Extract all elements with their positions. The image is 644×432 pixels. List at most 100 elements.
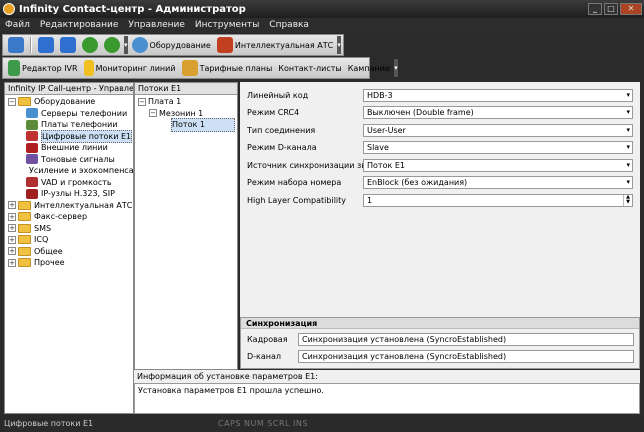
settings-row: High Layer Compatibility 1 ▲ ▼ [240, 193, 640, 207]
management-tree: − Оборудование Серверы телефонии Платы теле… [5, 95, 149, 269]
minimize-button[interactable]: _ [588, 3, 602, 15]
expand-icon[interactable]: + [8, 258, 16, 267]
close-button[interactable]: ✕ [620, 3, 642, 15]
fxo-icon [26, 142, 38, 153]
ivr-editor-button[interactable]: Редактор IVR [6, 59, 80, 77]
expand-icon[interactable]: + [8, 212, 16, 221]
chevron-down-icon[interactable]: ▾ [626, 142, 630, 153]
tree-item[interactable]: + ICQ [5, 234, 133, 246]
e1-icon [26, 131, 38, 142]
menu-file[interactable]: Файл [0, 20, 35, 30]
tree-item[interactable]: Усиление и эхокомпенсация [5, 165, 149, 177]
e1-streams-tree: − Плата 1− Мезонин 1 Поток 1 [135, 95, 237, 132]
toolbar1-overflow-button[interactable]: ▾ [337, 36, 341, 54]
chevron-down-icon[interactable]: ▾ [626, 125, 630, 136]
redo-button[interactable] [102, 36, 122, 54]
tree-item[interactable]: + Факс-сервер [5, 211, 133, 223]
save-all-button[interactable] [58, 36, 78, 54]
dchannel-sync-field[interactable]: Синхронизация установлена (SyncroEstabli… [298, 350, 634, 363]
chevron-down-icon[interactable]: ▾ [626, 90, 630, 101]
chevron-down-icon[interactable]: ▾ [626, 177, 630, 188]
ipbx-button[interactable]: Интеллектуальная АТС [215, 36, 335, 54]
selected-value: Поток E1 [367, 160, 405, 170]
tariff-plans-button[interactable]: Тарифные планы [180, 59, 275, 77]
gear-icon [26, 108, 38, 119]
tree-item[interactable]: + Прочее [5, 257, 133, 269]
dropdown-select[interactable]: Выключен (Double frame) ▾ [363, 106, 633, 119]
collapse-icon[interactable]: − [138, 97, 146, 106]
spinner-arrows-icon[interactable]: ▲ ▼ [623, 194, 632, 206]
folder-icon [18, 223, 31, 233]
tree-item-label: Оборудование [34, 97, 96, 106]
dropdown-select[interactable]: Поток E1 ▾ [363, 158, 633, 172]
toolbar-overflow-button[interactable]: ▾ [124, 36, 128, 54]
sync-panel: Синхронизация Кадровая Синхронизация уст… [240, 317, 640, 369]
save-button[interactable] [36, 36, 56, 54]
undo-button[interactable] [80, 36, 100, 54]
selected-value: 1 [367, 195, 373, 205]
menu-help[interactable]: Справка [264, 20, 314, 30]
undo-icon [82, 37, 98, 53]
number-spinner[interactable]: 1 ▲ ▼ [363, 193, 633, 207]
card-icon [26, 119, 38, 130]
maximize-button[interactable]: □ [604, 3, 618, 15]
toolbar-separator [30, 37, 32, 53]
contacts-label: Контакт-листы [278, 63, 342, 73]
settings-row: Режим набора номера EnBlock (без ожидания… [240, 176, 640, 190]
tariff-label: Тарифные планы [199, 63, 273, 73]
tree-item-label: IP-узлы H.323, SIP [41, 189, 115, 198]
expand-icon[interactable]: + [8, 235, 16, 244]
main-toolbar: ▾ Оборудование Интеллектуальная АТС ▾ [2, 34, 344, 56]
line-monitor-button[interactable]: Мониторинг линий [82, 59, 178, 77]
collapse-icon[interactable]: − [149, 109, 157, 118]
tree-item[interactable]: VAD и громкость [5, 177, 133, 189]
dchannel-sync-label: D-канал [247, 352, 282, 361]
refresh-button[interactable] [6, 36, 26, 54]
frame-sync-field[interactable]: Синхронизация установлена (SyncroEstabli… [298, 333, 634, 346]
tree-item-label: VAD и громкость [41, 177, 112, 187]
tree-item[interactable]: Серверы телефонии [5, 108, 133, 120]
dropdown-select[interactable]: HDB-3 ▾ [363, 88, 633, 102]
settings-label: Источник синхронизации звука [247, 160, 381, 170]
hardware-button[interactable]: Оборудование [130, 36, 213, 54]
expand-icon[interactable]: + [8, 201, 16, 210]
menu-edit[interactable]: Редактирование [35, 20, 124, 30]
info-text-box[interactable]: Установка параметров E1 прошла успешно. [134, 383, 640, 414]
secondary-toolbar: Редактор IVR Мониторинг линий Тарифные п… [2, 57, 398, 79]
save-icon [38, 37, 54, 53]
tree-item[interactable]: IP-узлы H.323, SIP [5, 188, 133, 200]
dropdown-select[interactable]: EnBlock (без ожидания) ▾ [363, 176, 633, 189]
settings-label: Режим CRC4 [247, 108, 300, 117]
chevron-down-icon[interactable]: ▾ [626, 160, 630, 171]
stream-tree-item[interactable]: Поток 1 [135, 118, 237, 132]
tree-item[interactable]: + Общее [5, 246, 133, 258]
contact-lists-button[interactable]: Контакт-листы [276, 59, 343, 77]
collapse-icon[interactable]: − [8, 97, 16, 106]
dropdown-select[interactable]: Slave ▾ [363, 141, 633, 154]
tree-item[interactable]: Цифровые потоки E1 [5, 129, 133, 143]
menu-tools[interactable]: Инструменты [190, 20, 264, 30]
refresh-icon [8, 37, 24, 53]
e1-streams-header: Потоки E1 [135, 83, 237, 95]
menu-bar: Файл Редактирование Управление Инструмен… [0, 18, 644, 32]
chevron-down-icon[interactable]: ▾ [626, 107, 630, 118]
tree-item[interactable]: Внешние линии [5, 142, 133, 154]
dropdown-select[interactable]: User-User ▾ [363, 123, 633, 137]
tree-item-label: ICQ [34, 235, 49, 244]
tree-item[interactable]: Тоновые сигналы [5, 154, 133, 166]
tree-item[interactable]: − Оборудование [5, 96, 133, 108]
tree-item[interactable]: + Интеллектуальная АТС [5, 200, 133, 212]
expand-icon[interactable]: + [8, 247, 16, 256]
info-header: Информация об установке параметров E1: [137, 372, 318, 381]
menu-manage[interactable]: Управление [123, 20, 189, 30]
toolbar2-overflow-button[interactable]: ▾ [394, 59, 398, 77]
tone-icon [26, 154, 38, 165]
campaigns-button[interactable]: Кампании [346, 59, 392, 77]
settings-label: High Layer Compatibility [247, 195, 347, 205]
vad-icon [26, 177, 38, 188]
expand-icon[interactable]: + [8, 224, 16, 233]
stream-tree-label: Поток 1 [171, 118, 235, 132]
gear-icon [131, 37, 148, 53]
tree-item[interactable]: + SMS [5, 223, 133, 235]
stream-tree-item[interactable]: − Плата 1 [135, 96, 237, 108]
